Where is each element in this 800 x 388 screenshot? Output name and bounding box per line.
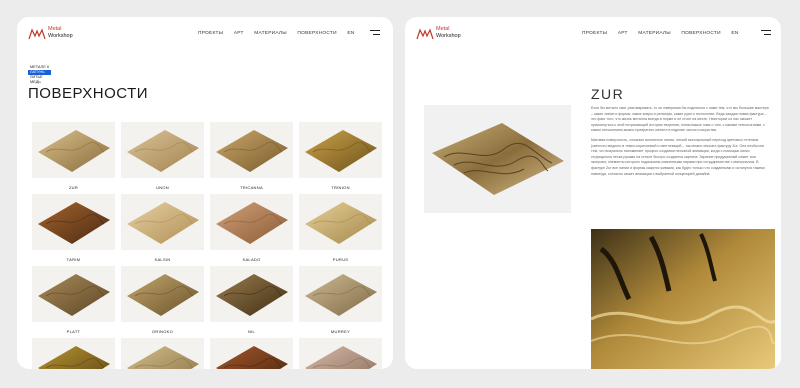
surface-tile[interactable]: ZUR bbox=[32, 122, 115, 190]
surface-tile-label: MURREY bbox=[330, 329, 351, 334]
surfaces-page-panel: Metal Workshop ПРОЕКТЫ АРТ МАТЕРИАЛЫ ПОВ… bbox=[17, 17, 393, 369]
surface-detail-panel: Metal Workshop ПРОЕКТЫ АРТ МАТЕРИАЛЫ ПОВ… bbox=[405, 17, 781, 369]
surface-tile-label: PURUS bbox=[332, 257, 349, 262]
logo-mark-icon bbox=[416, 28, 434, 40]
nav-surfaces[interactable]: ПОВЕРХНОСТИ bbox=[297, 31, 336, 36]
surface-tile-label: NIL bbox=[247, 329, 256, 334]
surface-thumbnail[interactable] bbox=[32, 194, 115, 250]
surface-tile[interactable]: NIL bbox=[210, 266, 293, 334]
page-title: ПОВЕРХНОСТИ bbox=[28, 85, 149, 102]
surface-thumbnail[interactable] bbox=[121, 194, 204, 250]
surface-thumbnail[interactable] bbox=[32, 338, 115, 369]
surface-sample-image bbox=[424, 105, 571, 213]
surface-description: Если бы металл смог разговаривать, то он… bbox=[591, 106, 771, 181]
nav-surfaces[interactable]: ПОВЕРХНОСТИ bbox=[681, 31, 720, 36]
surface-thumbnail[interactable] bbox=[210, 194, 293, 250]
surface-tile-label: TARIM bbox=[66, 257, 81, 262]
surface-tile[interactable] bbox=[121, 338, 204, 369]
surface-thumbnail[interactable] bbox=[121, 266, 204, 322]
nav-materials[interactable]: МАТЕРИАЛЫ bbox=[254, 31, 287, 36]
surface-tile-label: UNON bbox=[156, 185, 169, 190]
surface-tile[interactable]: PURUS bbox=[299, 194, 382, 262]
surface-tile[interactable]: SALSIN bbox=[121, 194, 204, 262]
surface-tile-label: TRINION bbox=[331, 185, 350, 190]
surface-tile-label: ZUR bbox=[68, 185, 79, 190]
surface-tile[interactable]: TRINION bbox=[299, 122, 382, 190]
nav-projects[interactable]: ПРОЕКТЫ bbox=[582, 31, 607, 36]
surface-thumbnail[interactable] bbox=[121, 338, 204, 369]
brand-line2: Workshop bbox=[436, 32, 461, 39]
surface-tile-label: PLATT bbox=[66, 329, 81, 334]
nav-materials[interactable]: МАТЕРИАЛЫ bbox=[638, 31, 671, 36]
surface-thumbnail[interactable] bbox=[121, 122, 204, 178]
surface-tile[interactable]: UNON bbox=[121, 122, 204, 190]
brand-line2: Workshop bbox=[48, 32, 73, 39]
nav-art[interactable]: АРТ bbox=[618, 31, 628, 36]
surface-thumbnail[interactable] bbox=[210, 122, 293, 178]
description-paragraph-2: Матовая поверхность, сложные волнистые л… bbox=[591, 137, 765, 176]
surface-tile-label: ORINOKO bbox=[152, 329, 173, 334]
surface-tile[interactable]: SALADO bbox=[210, 194, 293, 262]
nav-projects[interactable]: ПРОЕКТЫ bbox=[198, 31, 223, 36]
surface-tile[interactable] bbox=[32, 338, 115, 369]
surface-tile[interactable]: MURREY bbox=[299, 266, 382, 334]
surface-thumbnail[interactable] bbox=[32, 122, 115, 178]
surface-tile[interactable]: ORINOKO bbox=[121, 266, 204, 334]
surface-thumbnail[interactable] bbox=[210, 338, 293, 369]
main-nav: ПРОЕКТЫ АРТ МАТЕРИАЛЫ ПОВЕРХНОСТИ EN bbox=[582, 31, 748, 36]
surface-tile-label: SALADO bbox=[242, 257, 261, 262]
surface-thumbnail[interactable] bbox=[299, 122, 382, 178]
surface-tile[interactable] bbox=[210, 338, 293, 369]
site-header: Metal Workshop ПРОЕКТЫ АРТ МАТЕРИАЛЫ ПОВ… bbox=[17, 17, 393, 53]
surface-thumbnail[interactable] bbox=[299, 338, 382, 369]
surface-tile-label: TRICANNA bbox=[240, 185, 263, 190]
menu-icon[interactable] bbox=[761, 30, 771, 37]
description-paragraph-1: Если бы металл смог разговаривать, то он… bbox=[591, 106, 769, 133]
nav-language[interactable]: EN bbox=[731, 31, 738, 36]
surface-title: ZUR bbox=[591, 86, 625, 102]
surface-thumbnail[interactable] bbox=[210, 266, 293, 322]
surface-tile[interactable]: PLATT bbox=[32, 266, 115, 334]
menu-icon[interactable] bbox=[370, 30, 380, 37]
nav-art[interactable]: АРТ bbox=[234, 31, 244, 36]
surface-tile[interactable]: TARIM bbox=[32, 194, 115, 262]
logo-mark-icon bbox=[28, 28, 46, 40]
surface-tile-label: SALSIN bbox=[154, 257, 171, 262]
surface-tile[interactable] bbox=[299, 338, 382, 369]
site-header: Metal Workshop ПРОЕКТЫ АРТ МАТЕРИАЛЫ ПОВ… bbox=[405, 17, 781, 53]
surface-tile[interactable]: TRICANNA bbox=[210, 122, 293, 190]
material-filter-dropdown[interactable]: МЕТАЛЛ ∨ ЛАТУНЬ ЛИТЬЕ МЕДЬ bbox=[28, 65, 52, 85]
nav-language[interactable]: EN bbox=[347, 31, 354, 36]
surface-thumbnail[interactable] bbox=[32, 266, 115, 322]
main-nav: ПРОЕКТЫ АРТ МАТЕРИАЛЫ ПОВЕРХНОСТИ EN bbox=[198, 31, 364, 36]
surface-thumbnail[interactable] bbox=[299, 266, 382, 322]
surface-thumbnail[interactable] bbox=[299, 194, 382, 250]
sand-animation-photo bbox=[590, 229, 776, 369]
